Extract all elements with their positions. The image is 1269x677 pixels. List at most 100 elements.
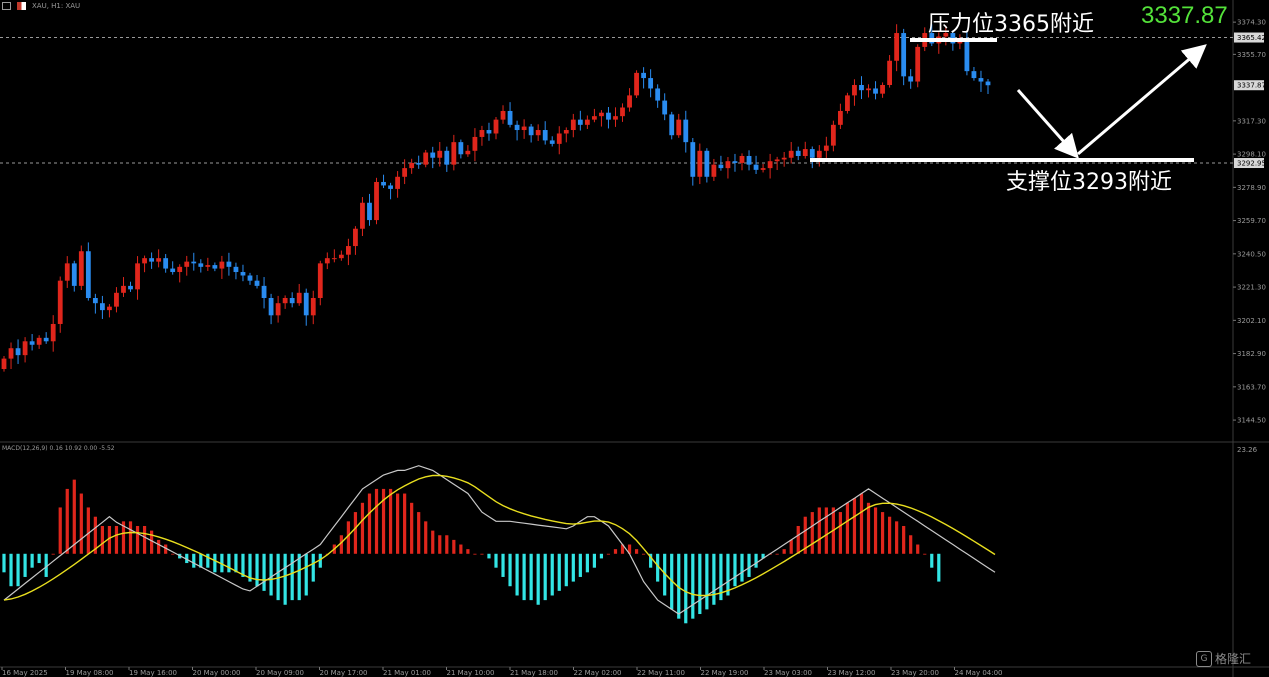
candle-body (669, 114, 675, 136)
candlestick (620, 103, 625, 122)
macd-histogram-bar (599, 553, 604, 559)
candle-body (135, 263, 140, 290)
price-tick-label: 3298.10 (1237, 151, 1266, 159)
candlestick (915, 44, 921, 88)
candlestick (676, 113, 682, 138)
candlestick (556, 126, 562, 155)
candle-body (725, 161, 731, 169)
macd-histogram-bar (782, 549, 786, 554)
time-tick-label: 23 May 20:00 (891, 669, 939, 677)
macd-histogram-bar (452, 539, 456, 554)
candlestick (85, 242, 91, 301)
candlestick (268, 293, 274, 325)
candlestick (156, 249, 162, 268)
candlestick (22, 337, 28, 363)
candle-body (479, 130, 485, 137)
candlestick (802, 141, 808, 159)
candlestick (149, 252, 154, 269)
macd-histogram-bar (128, 521, 133, 554)
macd-histogram-bar (930, 553, 934, 568)
candlestick (535, 124, 541, 141)
candle-body (816, 150, 822, 158)
candlestick (697, 143, 703, 185)
candlestick (838, 103, 843, 129)
candle-body (254, 280, 260, 286)
candlestick (226, 252, 232, 276)
candlestick (683, 110, 689, 153)
candlestick (409, 158, 415, 174)
candle-body (71, 263, 77, 286)
price-tick-label: 3317.30 (1237, 117, 1266, 125)
candle-body (289, 298, 295, 304)
candlestick (486, 122, 492, 141)
candlestick (887, 55, 892, 88)
macd-indicator-label: MACD(12,26,9) 0.16 10.92 0.00 -5.52 (2, 445, 115, 452)
candle-body (781, 157, 787, 160)
macd-histogram-bar (902, 525, 906, 554)
candle-body (240, 272, 246, 276)
candlestick (465, 145, 471, 157)
candle-body (191, 261, 197, 264)
macd-histogram-bar (606, 553, 611, 555)
symbol-flag-icon[interactable] (17, 2, 26, 10)
macd-histogram-bar (543, 553, 547, 601)
candle-body (627, 95, 632, 108)
candle-body (662, 100, 668, 115)
candlestick (423, 149, 429, 168)
macd-histogram-bar (494, 553, 498, 568)
candlestick (261, 277, 267, 309)
candle-body (310, 298, 316, 316)
chart-icon[interactable] (2, 2, 11, 10)
macd-histogram-bar (571, 553, 575, 582)
candle-body (402, 168, 408, 177)
candle-body (873, 88, 878, 94)
macd-histogram-bar (684, 553, 688, 624)
macd-histogram-bar (564, 553, 568, 587)
macd-histogram-bar (72, 479, 76, 554)
up-arrow (1077, 44, 1207, 156)
macd-histogram-bar (754, 553, 758, 568)
candle-body (458, 142, 464, 155)
candle-body (964, 39, 970, 72)
price-tick-label: 3182.90 (1237, 350, 1266, 358)
macd-histogram-bar (388, 488, 393, 554)
macd-histogram-bar (262, 553, 266, 591)
time-tick-label: 19 May 08:00 (66, 669, 114, 677)
macd-histogram-bar (585, 553, 589, 573)
macd-histogram-bar (65, 488, 69, 554)
macd-histogram-bar (417, 512, 421, 554)
candle-body (15, 348, 21, 356)
macd-histogram-bar (23, 553, 27, 577)
candle-body (317, 263, 323, 298)
candlestick (577, 110, 583, 131)
candle-body (64, 263, 70, 281)
time-tick-label: 22 May 19:00 (701, 669, 749, 677)
candle-body (549, 140, 555, 144)
candle-body (711, 164, 717, 177)
candlestick (760, 163, 766, 173)
macd-histogram-bar (227, 553, 231, 573)
candle-body (802, 149, 808, 156)
candlestick (92, 293, 98, 314)
macd-histogram-bar (810, 512, 814, 554)
macd-histogram-bar (747, 553, 751, 577)
candlestick (205, 257, 211, 271)
candle-body (268, 298, 274, 316)
macd-histogram-bar (838, 512, 842, 554)
candle-body (880, 85, 885, 94)
candlestick (711, 158, 717, 181)
candle-body (36, 337, 42, 345)
candle-body (121, 285, 126, 293)
candle-body (486, 130, 492, 134)
candlestick (15, 339, 21, 364)
candlestick (100, 295, 105, 319)
time-axis: 16 May 2025 19 May 08:00 19 May 16:00 20 Ma… (1, 667, 1003, 677)
macd-histogram-bar (283, 553, 287, 605)
macd-histogram-bar (353, 512, 358, 554)
candle-body (704, 150, 710, 177)
macd-histogram-bar (367, 493, 372, 554)
candle-body (859, 85, 864, 91)
candlestick (725, 157, 731, 179)
candlestick (163, 254, 169, 273)
candle-body (493, 119, 499, 134)
